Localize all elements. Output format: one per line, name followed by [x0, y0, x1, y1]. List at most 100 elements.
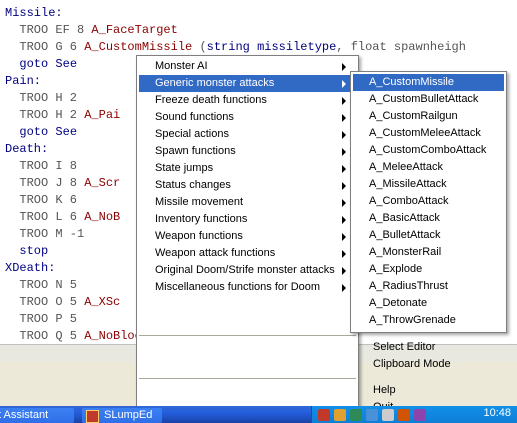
- generic-monster-attacks-submenu: A_CustomMissile A_CustomBulletAttack A_Cus…: [350, 71, 507, 333]
- menu-item-missile-movement[interactable]: Missile movement: [139, 194, 356, 211]
- submenu-arrow-icon: [342, 216, 346, 224]
- code-line: TROO H 2: [5, 90, 77, 107]
- code-token: TROO H 2: [5, 91, 78, 105]
- menu-item-label: Missile movement: [155, 196, 244, 208]
- tray-icon-volume[interactable]: [382, 409, 394, 421]
- tray-icon-misc[interactable]: [414, 409, 426, 421]
- code-line: TROO G 6 A_CustomMissile (string missile…: [5, 39, 466, 56]
- submenu-arrow-icon: [342, 131, 346, 139]
- menu-item-label: Freeze death functions: [155, 94, 267, 106]
- code-token: TROO M -1: [5, 227, 85, 241]
- context-menu: Monster AI Generic monster attacks Freeze …: [136, 55, 451, 420]
- taskbar-button-slumped[interactable]: SLumpEd: [82, 408, 162, 423]
- code-token: goto: [5, 125, 49, 139]
- submenu-arrow-icon: [342, 233, 346, 241]
- code-token: TROO N 5: [5, 278, 78, 292]
- code-line: TROO K 6: [5, 192, 77, 209]
- menu-item-spawn-functions[interactable]: Spawn functions: [139, 143, 356, 160]
- menu-item-clipboard-mode[interactable]: Clipboard Mode: [139, 356, 451, 373]
- submenu-item-a-custommeleeattack[interactable]: A_CustomMeleeAttack: [353, 125, 504, 142]
- code-token: TROO I 8: [5, 159, 78, 173]
- code-token: Missile:: [5, 6, 63, 20]
- submenu-item-label: A_BulletAttack: [369, 229, 441, 241]
- code-token: TROO P 5: [5, 312, 78, 326]
- code-token: TROO L 6: [5, 210, 85, 224]
- code-token: missiletype: [257, 40, 337, 54]
- taskbar-button-assistant[interactable]: t Assistant: [0, 408, 74, 423]
- menu-item-generic-monster-attacks[interactable]: Generic monster attacks: [139, 75, 356, 92]
- tray-icon-network[interactable]: [334, 409, 346, 421]
- submenu-arrow-icon: [342, 267, 346, 275]
- code-token: Pain:: [5, 74, 42, 88]
- menu-item-label: State jumps: [155, 162, 214, 174]
- menu-item-label: Generic monster attacks: [155, 77, 275, 89]
- code-line: TROO EF 8 A_FaceTarget: [5, 22, 178, 39]
- submenu-arrow-icon: [342, 114, 346, 122]
- tray-icon-monitor[interactable]: [366, 409, 378, 421]
- submenu-item-a-meleeattack[interactable]: A_MeleeAttack: [353, 159, 504, 176]
- menu-separator: [139, 335, 356, 336]
- submenu-item-a-radiusthrust[interactable]: A_RadiusThrust: [353, 278, 504, 295]
- submenu-item-label: A_ThrowGrenade: [369, 314, 456, 326]
- submenu-item-a-bulletattack[interactable]: A_BulletAttack: [353, 227, 504, 244]
- submenu-item-label: A_Detonate: [369, 297, 428, 309]
- submenu-item-label: A_CustomRailgun: [369, 110, 458, 122]
- menu-item-help[interactable]: Help: [139, 382, 396, 399]
- menu-item-label: Weapon attack functions: [155, 247, 276, 259]
- submenu-item-a-detonate[interactable]: A_Detonate: [353, 295, 504, 312]
- submenu-item-a-comboattack[interactable]: A_ComboAttack: [353, 193, 504, 210]
- code-line: stop: [5, 243, 48, 260]
- menu-item-sound-functions[interactable]: Sound functions: [139, 109, 356, 126]
- tray-icon-app[interactable]: [350, 409, 362, 421]
- submenu-item-a-explode[interactable]: A_Explode: [353, 261, 504, 278]
- menu-item-label: Weapon functions: [155, 230, 243, 242]
- code-line: TROO L 6 A_NoB: [5, 209, 120, 226]
- submenu-item-label: A_CustomMissile: [369, 76, 454, 88]
- submenu-item-a-custommissile[interactable]: A_CustomMissile: [353, 74, 504, 91]
- code-line: TROO O 5 A_XSc: [5, 294, 120, 311]
- code-token: A_FaceTarget: [91, 23, 178, 37]
- code-token: A_Pai: [84, 108, 121, 122]
- menu-item-weapon-functions[interactable]: Weapon functions: [139, 228, 356, 245]
- code-token: stop: [5, 244, 49, 258]
- menu-item-special-actions[interactable]: Special actions: [139, 126, 356, 143]
- code-token: TROO H 2: [5, 108, 85, 122]
- code-line: TROO M -1: [5, 226, 84, 243]
- code-token: See: [48, 125, 78, 139]
- screen: Missile: TROO EF 8 A_FaceTarget TROO G 6…: [0, 0, 517, 423]
- menu-item-freeze-death-functions[interactable]: Freeze death functions: [139, 92, 356, 109]
- tray-icon-security[interactable]: [398, 409, 410, 421]
- submenu-item-a-customcomboattack[interactable]: A_CustomComboAttack: [353, 142, 504, 159]
- code-line: Death:: [5, 141, 48, 158]
- tray-icon-shield[interactable]: [318, 409, 330, 421]
- submenu-item-a-throwgrenade[interactable]: A_ThrowGrenade: [353, 312, 504, 329]
- code-token: A_Scr: [84, 176, 121, 190]
- code-line: TROO P 5: [5, 311, 77, 328]
- menu-item-label: Original Doom/Strife monster attacks: [155, 264, 335, 276]
- menu-item-inventory-functions[interactable]: Inventory functions: [139, 211, 356, 228]
- submenu-item-label: A_RadiusThrust: [369, 280, 448, 292]
- menu-item-weapon-attack-functions[interactable]: Weapon attack functions: [139, 245, 356, 262]
- code-line: TROO J 8 A_Scr: [5, 175, 120, 192]
- code-token: , float spawnheigh: [336, 40, 466, 54]
- menu-item-original-doom-strife-monster-attacks[interactable]: Original Doom/Strife monster attacks: [139, 262, 356, 279]
- menu-item-label: Status changes: [155, 179, 231, 191]
- code-token: A_NoB: [84, 210, 121, 224]
- menu-item-status-changes[interactable]: Status changes: [139, 177, 356, 194]
- menu-item-select-editor[interactable]: Select Editor: [139, 339, 435, 356]
- submenu-arrow-icon: [342, 148, 346, 156]
- submenu-item-a-custombulletattack[interactable]: A_CustomBulletAttack: [353, 91, 504, 108]
- submenu-item-a-monsterrail[interactable]: A_MonsterRail: [353, 244, 504, 261]
- menu-item-state-jumps[interactable]: State jumps: [139, 160, 356, 177]
- menu-item-label: Spawn functions: [155, 145, 236, 157]
- menu-item-miscellaneous-functions-for-doom[interactable]: Miscellaneous functions for Doom: [139, 279, 356, 296]
- submenu-arrow-icon: [342, 80, 346, 88]
- submenu-item-a-basicattack[interactable]: A_BasicAttack: [353, 210, 504, 227]
- code-token: Death:: [5, 142, 49, 156]
- submenu-item-a-customrailgun[interactable]: A_CustomRailgun: [353, 108, 504, 125]
- code-line: goto See: [5, 124, 77, 141]
- code-line: TROO H 2 A_Pai: [5, 107, 120, 124]
- menu-item-monster-ai[interactable]: Monster AI: [139, 58, 356, 75]
- submenu-item-a-missileattack[interactable]: A_MissileAttack: [353, 176, 504, 193]
